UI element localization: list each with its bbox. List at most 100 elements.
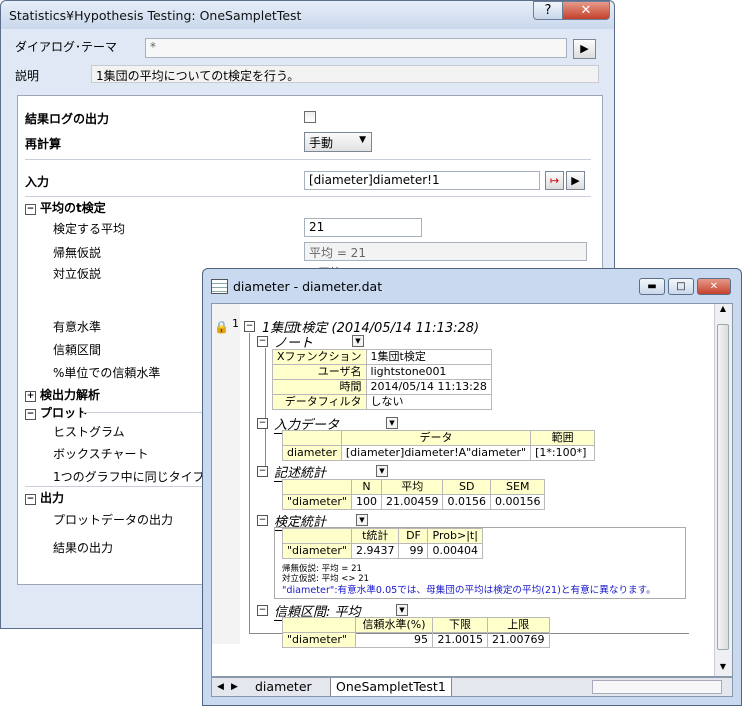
table-row: データ 範囲 bbox=[282, 430, 596, 446]
cell: ユーザ名 bbox=[272, 364, 367, 380]
divider bbox=[25, 159, 591, 160]
minimize-icon: ▬ bbox=[647, 281, 657, 292]
workbook-close-button[interactable]: ✕ bbox=[697, 278, 731, 295]
desc-stats-collapse-icon[interactable]: − bbox=[257, 466, 268, 477]
ci-table: 信頼水準(%) 下限 上限 "diameter" 95 21.0015 21.00769 bbox=[282, 617, 550, 648]
theme-arrow-button[interactable]: ▶ bbox=[573, 39, 596, 59]
cell: SD bbox=[442, 479, 491, 495]
cell[interactable]: 21.00459 bbox=[380, 494, 444, 510]
test-stats-collapse-icon[interactable]: − bbox=[257, 515, 268, 526]
test-stats-table: t統計 DF Prob>|t| "diameter" 2.9437 99 0.00404 bbox=[282, 528, 483, 559]
scroll-down-icon[interactable]: ▼ bbox=[715, 662, 731, 676]
cell: N bbox=[350, 479, 382, 495]
result-log-label: 結果ログの出力 bbox=[25, 112, 110, 126]
output-section[interactable]: − 出力 bbox=[25, 489, 64, 506]
desc-stats-dropdown[interactable]: ▼ bbox=[376, 465, 388, 477]
lock-icon[interactable]: 🔒 bbox=[214, 320, 229, 334]
play-icon: ▶ bbox=[571, 174, 580, 187]
cell: 範囲 bbox=[530, 430, 596, 446]
cell[interactable]: 21.00769 bbox=[487, 632, 550, 648]
cell[interactable]: [1*:100*] bbox=[530, 445, 596, 461]
dropdown-arrow-icon: ▼ bbox=[359, 516, 365, 524]
plot-section-label: プロット bbox=[40, 406, 89, 420]
expand-icon[interactable]: + bbox=[25, 391, 36, 402]
test-mean-input[interactable]: 21 bbox=[304, 218, 422, 237]
desc-label: 説明 bbox=[15, 69, 40, 83]
notes-table: Xファンクション 1集団t検定 ユーザ名 lightstone001 時間 2014/… bbox=[272, 349, 492, 410]
close-icon: ✕ bbox=[709, 281, 719, 292]
cell[interactable]: 0.00156 bbox=[489, 494, 546, 510]
notes-dropdown[interactable]: ▼ bbox=[352, 335, 364, 347]
cell: "diameter" bbox=[282, 494, 352, 510]
desc-field: 1集団の平均についてのt検定を行う。 bbox=[91, 65, 599, 83]
plot-section[interactable]: − プロット bbox=[25, 404, 88, 421]
test-mean-label: 検定する平均 bbox=[53, 222, 126, 236]
scroll-thumb[interactable] bbox=[717, 324, 729, 650]
result-log-checkbox[interactable] bbox=[304, 111, 316, 123]
cell[interactable]: [diameter]diameter!A"diameter" bbox=[340, 445, 532, 461]
horizontal-scrollbar[interactable] bbox=[592, 680, 722, 694]
collapse-icon[interactable]: − bbox=[25, 409, 36, 420]
dropdown-arrow-icon: ▼ bbox=[379, 467, 385, 475]
cell[interactable]: 2.9437 bbox=[350, 543, 400, 559]
cell[interactable]: 21.0015 bbox=[432, 632, 488, 648]
maximize-icon: □ bbox=[676, 281, 686, 292]
collapse-icon[interactable]: − bbox=[25, 494, 36, 505]
input-menu-button[interactable]: ▶ bbox=[566, 171, 585, 190]
input-data-dropdown[interactable]: ▼ bbox=[386, 417, 398, 429]
recalc-label: 再計算 bbox=[25, 137, 62, 151]
collapse-icon[interactable]: − bbox=[25, 204, 36, 215]
divider bbox=[83, 412, 203, 413]
workbook-titlebar[interactable]: diameter - diameter.dat ▬ □ ✕ bbox=[203, 269, 741, 303]
cell[interactable]: 95 bbox=[355, 632, 433, 648]
cell: t統計 bbox=[350, 528, 400, 544]
cell[interactable]: 0.0156 bbox=[442, 494, 491, 510]
notes-collapse-icon[interactable]: − bbox=[257, 336, 268, 347]
row-header bbox=[212, 304, 240, 644]
theme-field[interactable]: * bbox=[145, 38, 567, 58]
tab-next-icon[interactable]: ▶ bbox=[226, 678, 243, 696]
table-row: t統計 DF Prob>|t| bbox=[282, 528, 483, 544]
cell[interactable]: 0.00404 bbox=[427, 543, 483, 559]
maximize-button[interactable]: □ bbox=[668, 278, 694, 295]
null-hypothesis-field: 平均 = 21 bbox=[304, 242, 587, 261]
minimize-button[interactable]: ▬ bbox=[639, 278, 665, 295]
cell[interactable]: 2014/05/14 11:13:28 bbox=[365, 379, 492, 395]
cell[interactable]: しない bbox=[365, 394, 492, 410]
cell[interactable]: 100 bbox=[350, 494, 382, 510]
table-row: "diameter" 100 21.00459 0.0156 0.00156 bbox=[282, 494, 546, 510]
scroll-up-icon[interactable]: ▲ bbox=[715, 304, 731, 318]
input-data-collapse-icon[interactable]: − bbox=[257, 418, 268, 429]
table-row: データフィルタ しない bbox=[272, 394, 492, 410]
cell[interactable]: 1集団t検定 bbox=[365, 349, 492, 365]
divider bbox=[25, 486, 205, 487]
dialog-titlebar[interactable]: Statistics¥Hypothesis Testing: OneSample… bbox=[1, 1, 614, 29]
report-sheet: 🔒 1 − 1集団t検定 (2014/05/14 11:13:28) − ノート… bbox=[211, 303, 733, 677]
close-button[interactable]: ✕ bbox=[562, 1, 610, 20]
cell: "diameter" bbox=[282, 632, 356, 648]
tab-onesampletest1[interactable]: OneSampletTest1 bbox=[330, 678, 452, 696]
recalc-select[interactable]: 手動 ▼ bbox=[304, 132, 372, 152]
ci-collapse-icon[interactable]: − bbox=[257, 605, 268, 616]
ci-dropdown[interactable]: ▼ bbox=[396, 604, 408, 616]
cell[interactable]: lightstone001 bbox=[365, 364, 492, 380]
vertical-scrollbar[interactable]: ▲ ▼ bbox=[714, 304, 732, 676]
boxchart-label: ボックスチャート bbox=[53, 447, 149, 461]
dropdown-arrow-icon: ▼ bbox=[359, 135, 366, 145]
input-field[interactable]: [diameter]diameter!1 bbox=[304, 171, 540, 190]
range-select-icon: ↦ bbox=[549, 174, 560, 187]
table-row: N 平均 SD SEM bbox=[282, 479, 546, 495]
help-button[interactable]: ? bbox=[533, 1, 563, 20]
cell[interactable]: 99 bbox=[398, 543, 429, 559]
collapse-icon[interactable]: − bbox=[244, 321, 255, 332]
range-select-button[interactable]: ↦ bbox=[545, 171, 564, 190]
recalc-value: 手動 bbox=[309, 136, 334, 150]
test-stats-dropdown[interactable]: ▼ bbox=[356, 514, 368, 526]
ttest-section[interactable]: − 平均のt検定 bbox=[25, 199, 106, 216]
power-section[interactable]: + 検出力解析 bbox=[25, 386, 100, 403]
cell: diameter bbox=[282, 445, 342, 461]
tab-diameter[interactable]: diameter bbox=[250, 678, 317, 696]
workbook-title: diameter - diameter.dat bbox=[233, 279, 383, 294]
sig-level-label: 有意水準 bbox=[53, 320, 102, 334]
dialog-title: Statistics¥Hypothesis Testing: OneSample… bbox=[9, 8, 302, 23]
